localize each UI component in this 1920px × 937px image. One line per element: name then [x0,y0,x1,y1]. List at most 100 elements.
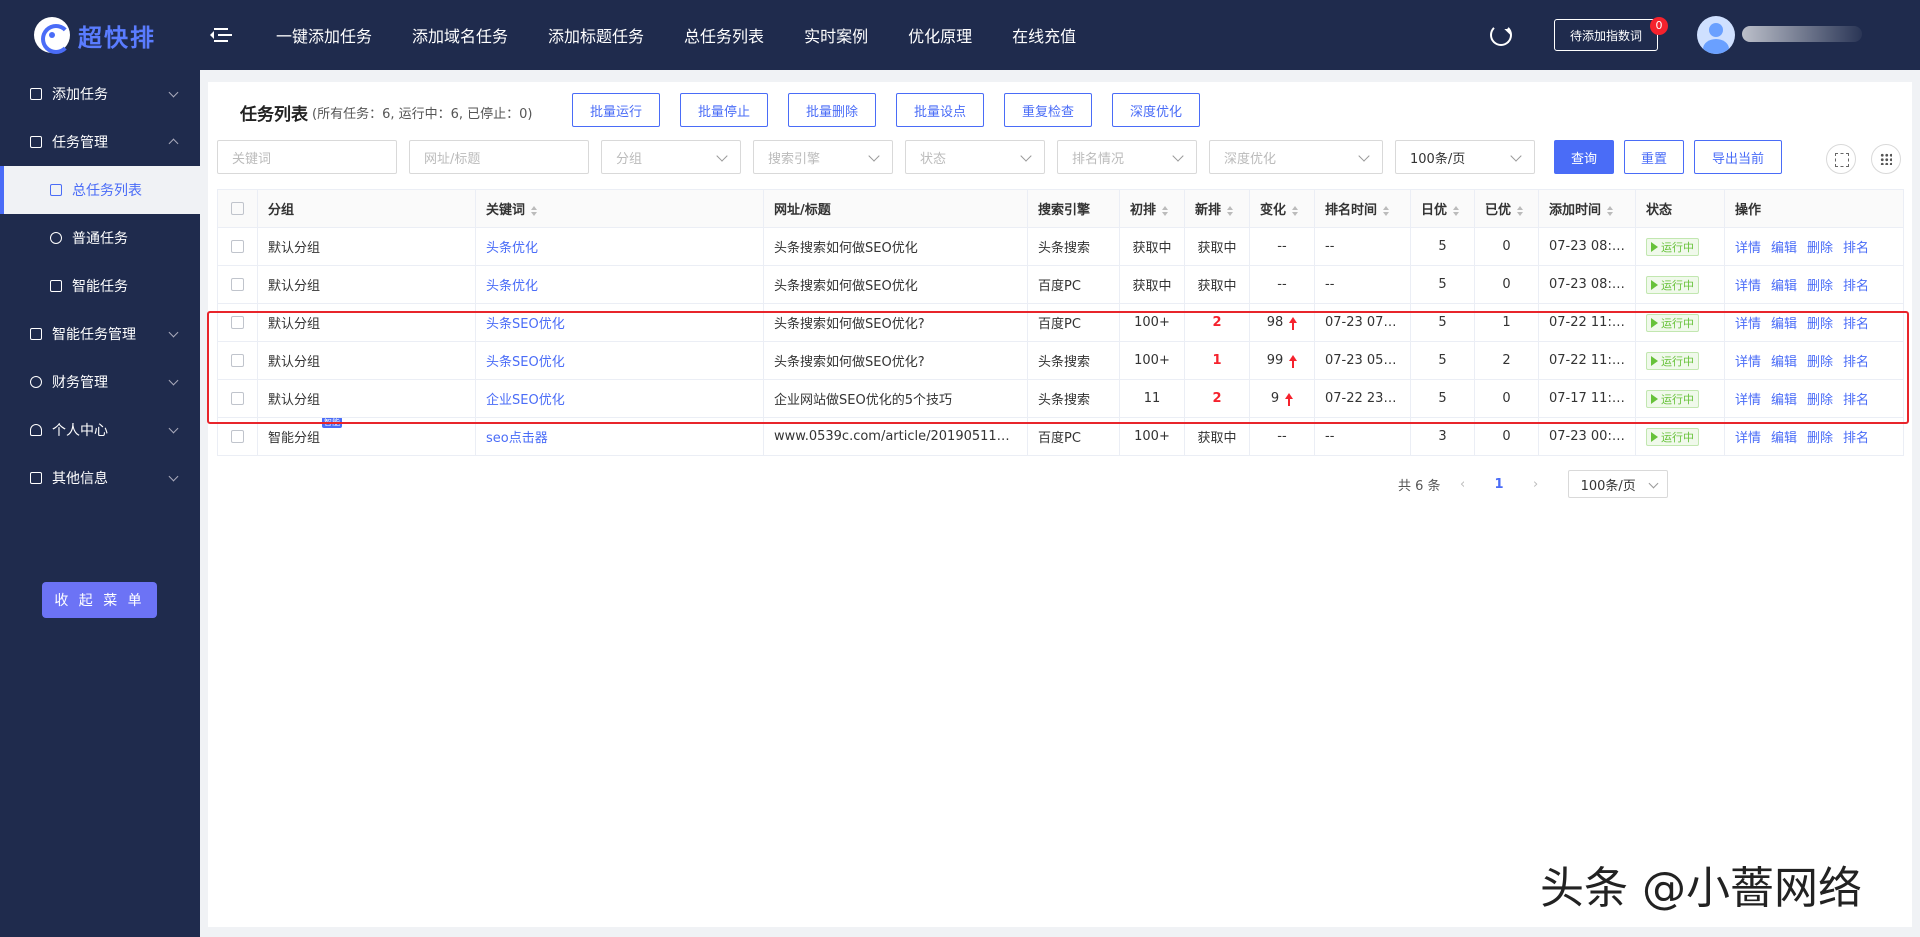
nav-add-task[interactable]: 一键添加任务 [276,23,372,47]
column-header[interactable]: 新排 [1184,189,1250,228]
nav-add-domain-task[interactable]: 添加域名任务 [412,23,508,47]
brand-logo[interactable]: 超快排 [34,16,156,54]
rank-link[interactable]: 排名 [1843,393,1869,408]
collapse-menu-button[interactable]: 收 起 菜 单 [42,582,157,618]
pager-size-select[interactable]: 100条/页 [1567,470,1668,498]
keyword-link[interactable]: 头条SEO优化 [486,317,565,332]
sort-icon[interactable] [531,205,538,216]
keyword-link[interactable]: seo点击器 [486,431,548,446]
deep-optimize-button[interactable]: 深度优化 [1112,93,1200,127]
column-header[interactable]: 添加时间 [1538,189,1636,228]
duplicate-check-button[interactable]: 重复检查 [1004,93,1092,127]
detail-link[interactable]: 详情 [1735,279,1761,294]
query-button[interactable]: 查询 [1554,140,1614,174]
username-blurred[interactable] [1742,26,1862,42]
sidebar-item-normal-task[interactable]: 普通任务 [0,214,200,262]
sidebar-item-task-list[interactable]: 总任务列表 [0,166,200,214]
column-settings-icon[interactable] [1871,144,1901,174]
delete-link[interactable]: 删除 [1807,431,1833,446]
row-checkbox[interactable] [231,430,244,443]
column-header[interactable]: 排名时间 [1314,189,1411,228]
pending-keywords-button[interactable]: 待添加指数词 [1554,19,1658,51]
delete-link[interactable]: 删除 [1807,355,1833,370]
delete-link[interactable]: 删除 [1807,393,1833,408]
edit-link[interactable]: 编辑 [1771,241,1797,256]
nav-recharge[interactable]: 在线充值 [1012,23,1076,47]
column-header[interactable]: 初排 [1119,189,1185,228]
sort-icon[interactable] [1517,205,1524,216]
status-select[interactable]: 状态 [905,140,1045,174]
sort-icon[interactable] [1383,205,1390,216]
rank-link[interactable]: 排名 [1843,431,1869,446]
delete-link[interactable]: 删除 [1807,317,1833,332]
page-size-select[interactable]: 100条/页 [1395,140,1535,174]
row-checkbox[interactable] [231,392,244,405]
sidebar-item-finance[interactable]: 财务管理 [0,358,200,406]
status-badge[interactable]: 运行中 [1646,427,1699,446]
reset-button[interactable]: 重置 [1624,140,1684,174]
detail-link[interactable]: 详情 [1735,393,1761,408]
row-checkbox[interactable] [231,354,244,367]
keyword-link[interactable]: 企业SEO优化 [486,393,565,408]
column-header[interactable]: 日优 [1410,189,1475,228]
nav-live-cases[interactable]: 实时案例 [804,23,868,47]
nav-add-title-task[interactable]: 添加标题任务 [548,23,644,47]
sort-icon[interactable] [1607,205,1614,216]
status-badge[interactable]: 运行中 [1646,351,1699,370]
nav-principle[interactable]: 优化原理 [908,23,972,47]
detail-link[interactable]: 详情 [1735,241,1761,256]
group-select[interactable]: 分组 [601,140,741,174]
edit-link[interactable]: 编辑 [1771,279,1797,294]
next-page-button[interactable]: › [1526,477,1546,492]
column-header[interactable]: 关键词 [475,189,764,228]
status-badge[interactable]: 运行中 [1646,275,1699,294]
fullscreen-icon[interactable] [1826,144,1856,174]
keyword-input[interactable]: 关键词 [217,140,397,174]
sidebar-item-other-info[interactable]: 其他信息 [0,454,200,502]
keyword-link[interactable]: 头条优化 [486,241,538,256]
engine-select[interactable]: 搜索引擎 [753,140,893,174]
edit-link[interactable]: 编辑 [1771,393,1797,408]
rank-link[interactable]: 排名 [1843,355,1869,370]
batch-stop-button[interactable]: 批量停止 [680,93,768,127]
sort-icon[interactable] [1162,205,1169,216]
row-checkbox[interactable] [231,240,244,253]
rank-link[interactable]: 排名 [1843,279,1869,294]
url-title-input[interactable]: 网址/标题 [409,140,589,174]
deep-optimize-select[interactable]: 深度优化 [1209,140,1383,174]
batch-run-button[interactable]: 批量运行 [572,93,660,127]
row-checkbox[interactable] [231,316,244,329]
delete-link[interactable]: 删除 [1807,241,1833,256]
export-button[interactable]: 导出当前 [1694,140,1782,174]
status-badge[interactable]: 运行中 [1646,389,1699,408]
detail-link[interactable]: 详情 [1735,317,1761,332]
row-checkbox[interactable] [231,278,244,291]
sidebar-item-task-manage[interactable]: 任务管理 [0,118,200,166]
edit-link[interactable]: 编辑 [1771,317,1797,332]
sidebar-item-add-task[interactable]: 添加任务 [0,70,200,118]
status-badge[interactable]: 运行中 [1646,313,1699,332]
refresh-icon[interactable] [1490,24,1512,46]
sidebar-item-smart-task[interactable]: 智能任务 [0,262,200,310]
rank-link[interactable]: 排名 [1843,241,1869,256]
sort-icon[interactable] [1453,205,1460,216]
edit-link[interactable]: 编辑 [1771,431,1797,446]
prev-page-button[interactable]: ‹ [1453,477,1473,492]
keyword-link[interactable]: 头条优化 [486,279,538,294]
sort-icon[interactable] [1292,205,1299,216]
sort-icon[interactable] [1227,205,1234,216]
sidebar-item-smart-task-manage[interactable]: 智能任务管理 [0,310,200,358]
keyword-link[interactable]: 头条SEO优化 [486,355,565,370]
page-number[interactable]: 1 [1495,477,1504,492]
edit-link[interactable]: 编辑 [1771,355,1797,370]
detail-link[interactable]: 详情 [1735,431,1761,446]
menu-toggle-icon[interactable] [210,24,232,46]
avatar[interactable] [1697,16,1735,54]
column-header[interactable]: 变化 [1249,189,1315,228]
batch-delete-button[interactable]: 批量删除 [788,93,876,127]
sidebar-item-profile[interactable]: 个人中心 [0,406,200,454]
select-all-checkbox[interactable] [231,202,244,215]
status-badge[interactable]: 运行中 [1646,237,1699,256]
nav-task-list[interactable]: 总任务列表 [684,23,764,47]
batch-set-button[interactable]: 批量设点 [896,93,984,127]
